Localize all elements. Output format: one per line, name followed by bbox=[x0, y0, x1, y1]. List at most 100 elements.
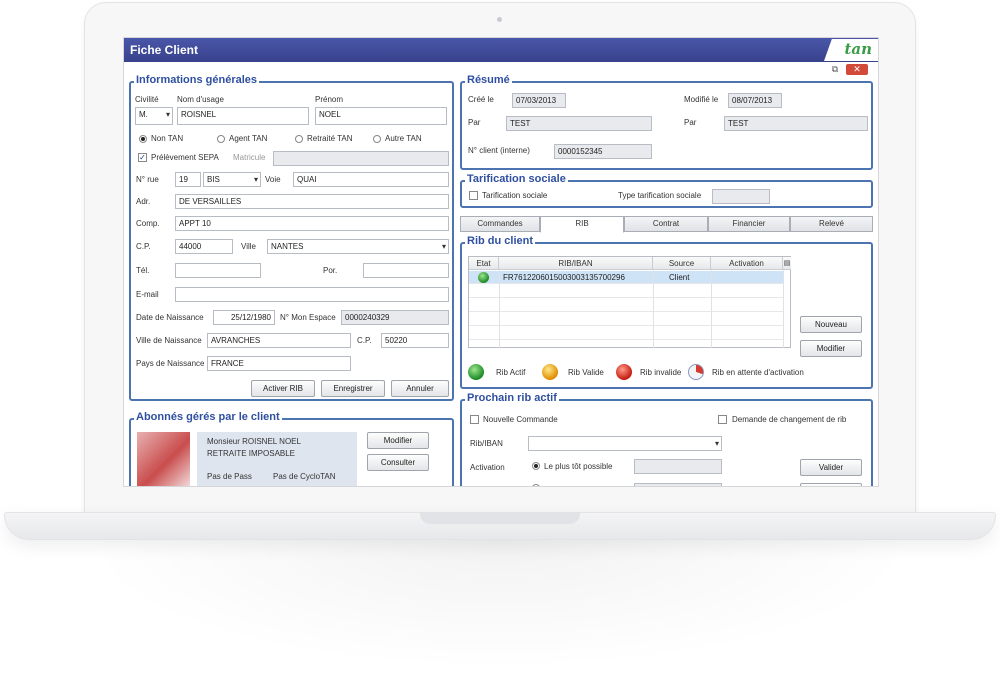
col-etat[interactable]: Etat bbox=[469, 257, 499, 270]
radio-option-2[interactable] bbox=[532, 484, 540, 486]
demande-changement-checkbox[interactable] bbox=[718, 415, 727, 424]
group-prochain-rib: Prochain rib actif Nouvelle Commande Dem… bbox=[460, 392, 873, 486]
cp-label: C.P. bbox=[136, 242, 151, 251]
col-activation[interactable]: Activation bbox=[711, 257, 783, 270]
pays-naissance-field[interactable]: FRANCE bbox=[207, 356, 351, 371]
tab-financier[interactable]: Financier bbox=[708, 216, 790, 232]
abonne-consulter-button[interactable]: Consulter bbox=[367, 454, 429, 471]
adr-field[interactable]: DE VERSAILLES bbox=[175, 194, 449, 209]
ville-naissance-field[interactable]: AVRANCHES bbox=[207, 333, 351, 348]
abonne-photo bbox=[137, 432, 190, 486]
civilite-select[interactable]: M. bbox=[135, 107, 173, 125]
voie-field[interactable]: QUAI bbox=[293, 172, 449, 187]
legend-tarification: Tarification sociale bbox=[465, 173, 568, 185]
tarification-checkbox[interactable] bbox=[469, 191, 478, 200]
ribiban-select[interactable] bbox=[528, 436, 722, 451]
tab-releve[interactable]: Relevé bbox=[790, 216, 873, 232]
window-titlebar: Fiche Client tan bbox=[124, 38, 878, 62]
table-row[interactable] bbox=[469, 299, 783, 312]
bis-select[interactable]: BIS bbox=[203, 172, 261, 187]
activer-rib-button[interactable]: Activer RIB bbox=[251, 380, 315, 397]
col-source[interactable]: Source bbox=[653, 257, 711, 270]
legend-prochain: Prochain rib actif bbox=[465, 392, 559, 404]
comp-field[interactable]: APPT 10 bbox=[175, 216, 449, 231]
civilite-label: Civilité bbox=[135, 95, 159, 104]
grid-line bbox=[499, 270, 500, 348]
radio-autre-tan[interactable] bbox=[373, 135, 381, 143]
grid-line bbox=[653, 270, 654, 348]
rib-invalide-label: Rib invalide bbox=[640, 368, 682, 377]
enregistrer-button[interactable]: Enregistrer bbox=[321, 380, 385, 397]
second-button[interactable] bbox=[800, 483, 862, 486]
grid-line bbox=[783, 270, 784, 348]
modifie-label: Modifié le bbox=[684, 95, 719, 104]
par1-field: TEST bbox=[506, 116, 652, 131]
ville-naissance-label: Ville de Naissance bbox=[136, 336, 202, 345]
tel-field[interactable] bbox=[175, 263, 261, 278]
tel-label: Tél. bbox=[136, 266, 150, 275]
cp-naissance-field[interactable]: 50220 bbox=[381, 333, 449, 348]
rib-attente-icon bbox=[688, 364, 704, 380]
abonne-status: RETRAITE IMPOSABLE bbox=[207, 449, 296, 458]
grid-settings-icon[interactable]: ▤ bbox=[783, 257, 791, 270]
adr-label: Adr. bbox=[136, 197, 151, 206]
activation-date-field[interactable] bbox=[634, 459, 722, 474]
tab-commandes[interactable]: Commandes bbox=[460, 216, 540, 232]
table-row[interactable] bbox=[469, 327, 783, 340]
mon-espace-field[interactable]: 0000240329 bbox=[341, 310, 449, 325]
cree-label: Créé le bbox=[468, 95, 494, 104]
abonne-card: Monsieur ROISNEL NOEL RETRAITE IMPOSABLE… bbox=[197, 432, 357, 486]
laptop-notch bbox=[420, 512, 580, 524]
valider-button[interactable]: Valider bbox=[800, 459, 862, 476]
cp-field[interactable]: 44000 bbox=[175, 239, 233, 254]
legend-rib: Rib du client bbox=[465, 235, 535, 247]
abonne-pass: Pas de Pass bbox=[207, 472, 252, 481]
group-resume: Résumé Créé le 07/03/2013 Modifié le 08/… bbox=[460, 74, 873, 170]
naissance-field[interactable]: 25/12/1980 bbox=[213, 310, 275, 325]
type-tarification-label: Type tarification sociale bbox=[618, 191, 702, 200]
radio-retraite-tan[interactable] bbox=[295, 135, 303, 143]
radio-plus-tot[interactable] bbox=[532, 462, 540, 470]
table-row[interactable] bbox=[469, 313, 783, 326]
email-label: E-mail bbox=[136, 290, 159, 299]
tab-rib[interactable]: RIB bbox=[540, 216, 624, 233]
group-tarification: Tarification sociale Tarification social… bbox=[460, 173, 873, 208]
abonne-name: Monsieur ROISNEL NOEL bbox=[207, 437, 301, 446]
tan-logo: tan bbox=[824, 39, 878, 61]
annuler-button[interactable]: Annuler bbox=[391, 380, 449, 397]
voie-label: Voie bbox=[265, 175, 281, 184]
demande-changement-label: Demande de changement de rib bbox=[732, 415, 847, 424]
activation-date-field-2[interactable] bbox=[634, 483, 722, 486]
prenom-label: Prénom bbox=[315, 95, 344, 104]
group-rib-client: Rib du client Etat RIB/IBAN Source Activ… bbox=[460, 235, 873, 389]
rib-nouveau-button[interactable]: Nouveau bbox=[800, 316, 862, 333]
cp-naissance-label: C.P. bbox=[357, 336, 372, 345]
ville-select[interactable]: NANTES bbox=[267, 239, 449, 254]
radio-agent-tan[interactable] bbox=[217, 135, 225, 143]
laptop-shadow bbox=[80, 540, 920, 670]
comp-label: Comp. bbox=[136, 219, 160, 228]
rib-modifier-button[interactable]: Modifier bbox=[800, 340, 862, 357]
rib-actif-label: Rib Actif bbox=[496, 368, 526, 377]
table-row[interactable]: FR7612206015003003135700296 Client bbox=[469, 271, 783, 284]
nom-field[interactable]: ROISNEL bbox=[177, 107, 309, 125]
prelevement-checkbox[interactable]: ✓ bbox=[138, 153, 147, 162]
radio-agent-tan-label: Agent TAN bbox=[229, 134, 268, 143]
col-iban[interactable]: RIB/IBAN bbox=[499, 257, 653, 270]
mon-espace-label: N° Mon Espace bbox=[280, 313, 336, 322]
type-tarification-field[interactable] bbox=[712, 189, 770, 204]
table-row[interactable] bbox=[469, 285, 783, 298]
abonne-cyclotan: Pas de CycloTAN bbox=[273, 472, 336, 481]
nouvelle-commande-checkbox[interactable] bbox=[470, 415, 479, 424]
por-field[interactable] bbox=[363, 263, 449, 278]
radio-non-tan[interactable] bbox=[139, 135, 147, 143]
num-rue-field[interactable]: 19 bbox=[175, 172, 201, 187]
matricule-field[interactable] bbox=[273, 151, 449, 166]
abonne-modifier-button[interactable]: Modifier bbox=[367, 432, 429, 449]
close-icon[interactable]: ✕ bbox=[846, 64, 868, 75]
email-field[interactable] bbox=[175, 287, 449, 302]
restore-icon[interactable]: ⧉ bbox=[828, 64, 842, 75]
prenom-field[interactable]: NOEL bbox=[315, 107, 447, 125]
tab-contrat[interactable]: Contrat bbox=[624, 216, 708, 232]
tarification-check-label: Tarification sociale bbox=[482, 191, 548, 200]
